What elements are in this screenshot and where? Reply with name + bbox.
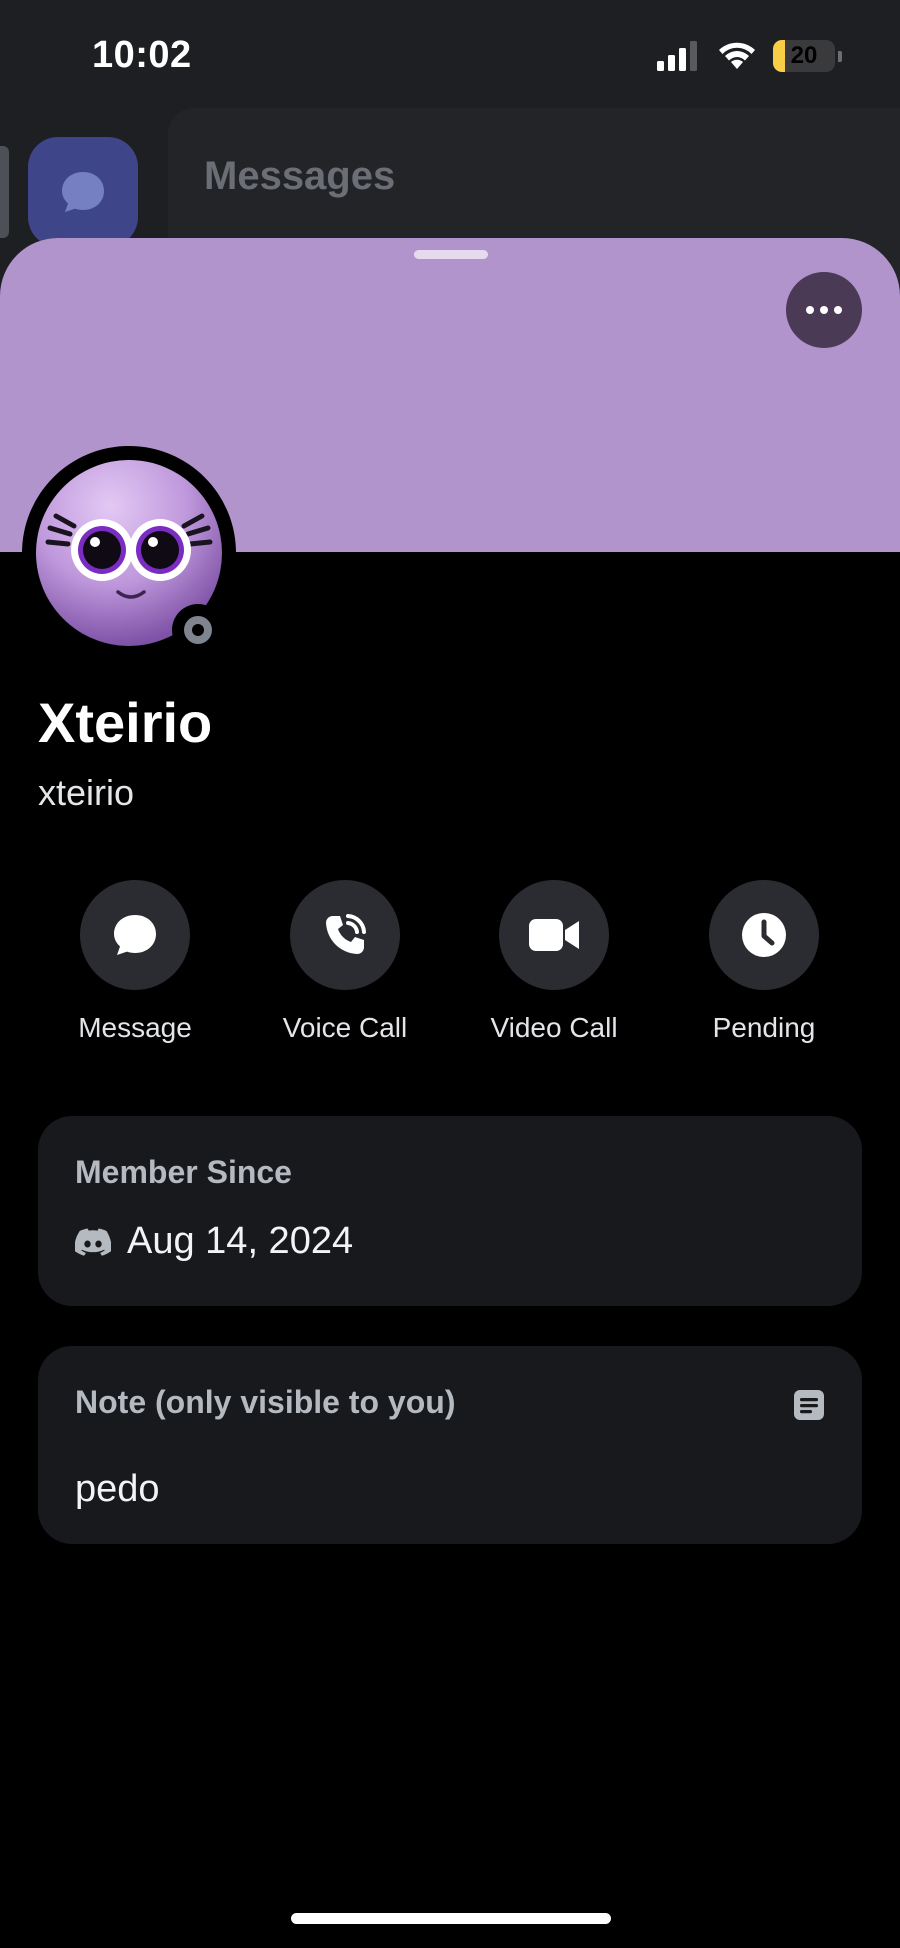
member-since-card: Member Since Aug 14, 2024 (38, 1116, 862, 1306)
offline-ring-icon (184, 616, 212, 644)
status-bar: 10:02 20 (0, 0, 900, 110)
video-call-label: Video Call (490, 1012, 618, 1043)
battery-level: 20 (790, 42, 818, 69)
member-since-title: Member Since (75, 1154, 292, 1190)
voice-call-button[interactable] (290, 880, 400, 990)
wifi-icon (719, 42, 755, 69)
pending-button[interactable] (709, 880, 819, 990)
phone-call-icon (326, 914, 366, 954)
discord-logo-icon (75, 1228, 111, 1256)
battery-fill (773, 40, 786, 72)
video-call-action[interactable]: Video Call (464, 880, 644, 1044)
video-camera-icon (529, 919, 579, 951)
cellular-signal-icon (657, 41, 697, 71)
drag-handle[interactable] (414, 250, 488, 259)
note-text[interactable]: pedo (75, 1468, 160, 1511)
voice-call-action[interactable]: Voice Call (255, 880, 435, 1044)
note-title: Note (only visible to you) (75, 1384, 456, 1420)
username: xteirio (38, 772, 135, 813)
voice-call-label: Voice Call (282, 1012, 408, 1043)
display-name: Xteirio (38, 691, 213, 754)
profile-sheet: Xteirio xteirio Message Voice Call Video… (0, 238, 900, 1948)
video-call-button[interactable] (499, 880, 609, 990)
battery-nub (838, 50, 842, 62)
pending-action[interactable]: Pending (674, 880, 854, 1044)
pending-label: Pending (712, 1012, 816, 1043)
chat-bubble-icon (114, 915, 156, 955)
message-button[interactable] (80, 880, 190, 990)
avatar-container (22, 446, 236, 660)
battery-indicator: 20 (773, 40, 842, 72)
status-time: 10:02 (92, 34, 192, 76)
server-rail-indicator (0, 146, 9, 238)
home-indicator[interactable] (291, 1913, 611, 1924)
direct-messages-icon (28, 137, 138, 247)
more-dots-icon (806, 306, 842, 314)
note-icon (794, 1390, 824, 1420)
clock-icon (742, 913, 786, 957)
more-options-button[interactable] (786, 272, 862, 348)
profile-actions: Message Voice Call Video Call Pending (0, 880, 900, 1070)
message-label: Message (78, 1012, 192, 1043)
messages-title: Messages (204, 154, 396, 198)
chat-bubble-icon (62, 172, 104, 212)
presence-status-icon (172, 604, 224, 656)
member-since-row: Aug 14, 2024 (75, 1220, 353, 1263)
status-icons: 20 (657, 40, 842, 72)
member-since-date: Aug 14, 2024 (127, 1220, 354, 1262)
battery-icon: 20 (773, 40, 835, 72)
note-card[interactable]: Note (only visible to you) pedo (38, 1346, 862, 1544)
message-action[interactable]: Message (45, 880, 225, 1044)
